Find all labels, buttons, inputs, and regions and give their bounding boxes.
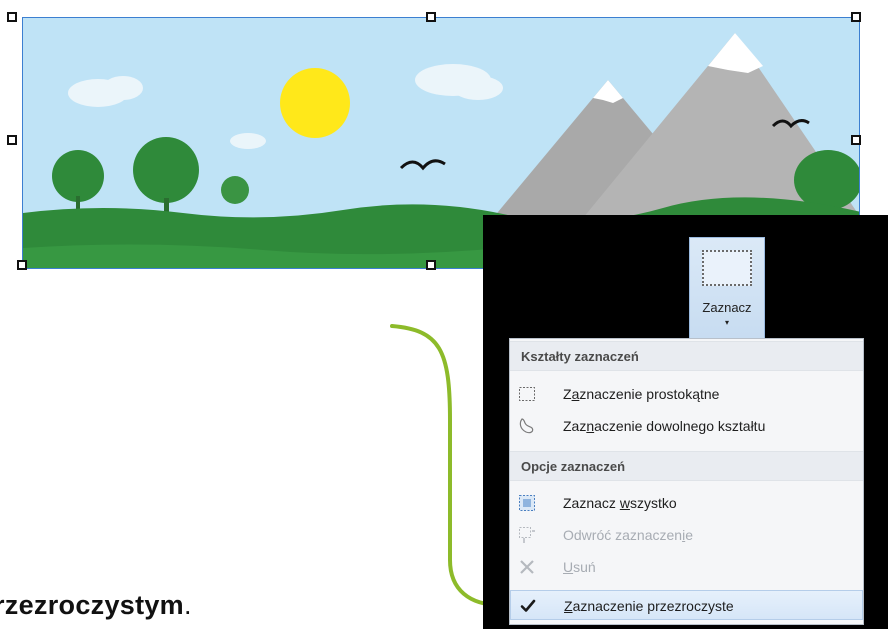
menu-header-options: Opcje zaznaczeń <box>510 451 863 481</box>
menu-item-free-form-selection[interactable]: Zaznaczenie dowolnego kształtu <box>510 411 863 441</box>
invert-selection-icon <box>519 527 535 543</box>
selection-dropdown-menu: Kształty zaznaczeń Zaznaczenie prostokąt… <box>509 338 864 625</box>
checkmark-icon <box>520 599 536 612</box>
free-form-select-icon <box>519 418 534 434</box>
caption-text: rzezroczystym. <box>0 590 192 621</box>
menu-item-delete[interactable]: Usuń <box>510 552 863 582</box>
menu-item-rectangular-selection[interactable]: Zaznaczenie prostokątne <box>510 379 863 409</box>
rectangular-selection-icon <box>702 250 752 286</box>
rectangle-select-icon <box>519 387 535 401</box>
menu-item-transparent-selection[interactable]: Zaznaczenie przezroczyste <box>510 590 863 620</box>
delete-icon <box>520 560 534 574</box>
menu-item-invert-selection[interactable]: Odwróć zaznaczenie <box>510 520 863 550</box>
caption-word: rzezroczystym <box>0 590 184 620</box>
menu-header-shapes: Kształty zaznaczeń <box>510 341 863 371</box>
caption-dot: . <box>184 590 192 620</box>
select-button[interactable]: Zaznacz ▾ <box>689 237 765 339</box>
menu-item-select-all[interactable]: Zaznacz wszystko <box>510 488 863 518</box>
select-all-icon <box>519 495 535 511</box>
select-button-label: Zaznacz <box>702 300 752 315</box>
chevron-down-icon: ▾ <box>724 318 729 327</box>
